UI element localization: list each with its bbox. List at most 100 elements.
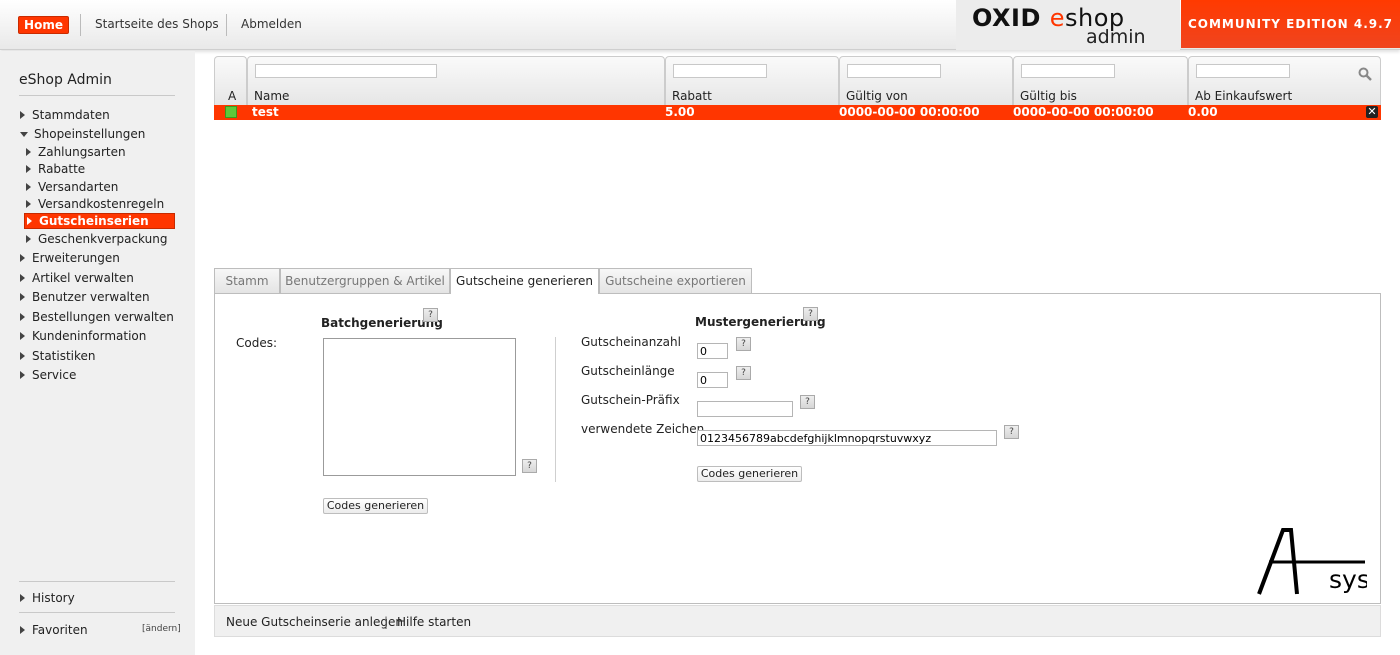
nav-versandkostenregeln[interactable]: Versandkostenregeln [26,197,164,211]
nav-label: Service [32,368,77,382]
action-bar: Neue Gutscheinserie anlegen | Hilfe star… [214,605,1381,637]
nav-label: Stammdaten [32,108,110,122]
home-button[interactable]: Home [18,16,69,34]
column-header-discount[interactable]: Rabatt [665,56,839,105]
column-label: Ab Einkaufswert [1195,89,1293,103]
column-header-active[interactable]: A [214,56,247,105]
triangle-down-icon [20,132,28,137]
row-min-order: 0.00 [1188,105,1218,119]
column-header-valid-from[interactable]: Gültig von [839,56,1013,105]
logout-link[interactable]: Abmelden [241,17,302,31]
nav-stammdaten[interactable]: Stammdaten [20,108,110,122]
tab-gutscheine-generieren[interactable]: Gutscheine generieren [450,268,599,294]
search-icon[interactable] [1358,67,1372,81]
tab-gutscheine-exportieren[interactable]: Gutscheine exportieren [599,268,752,293]
nav-label: Kundeninformation [32,329,147,343]
column-header-name[interactable]: Name [247,56,665,105]
help-icon[interactable]: ? [522,459,537,473]
valid-to-filter-input[interactable] [1021,64,1115,78]
name-filter-input[interactable] [255,64,437,78]
nav-label: Favoriten [32,623,88,637]
nav-benutzer-verwalten[interactable]: Benutzer verwalten [20,290,150,304]
column-label: Rabatt [672,89,712,103]
nav-label: Artikel verwalten [32,271,134,285]
column-header-valid-to[interactable]: Gültig bis [1013,56,1188,105]
nav-label: Shopeinstellungen [34,127,146,141]
nav-bestellungen-verwalten[interactable]: Bestellungen verwalten [20,310,174,324]
voucher-count-input[interactable] [697,343,728,359]
voucher-prefix-input[interactable] [697,401,793,417]
shop-start-link[interactable]: Startseite des Shops [95,17,219,31]
used-chars-input[interactable] [697,430,997,446]
tab-benutzergruppen-artikel[interactable]: Benutzergruppen & Artikel [280,268,450,293]
nav-label: Rabatte [38,162,86,176]
voucher-prefix-label: Gutschein-Präfix [581,393,680,407]
row-discount: 5.00 [665,105,695,119]
nav-artikel-verwalten[interactable]: Artikel verwalten [20,271,134,285]
valid-from-filter-input[interactable] [847,64,941,78]
nav-history[interactable]: History [20,591,75,605]
row-name[interactable]: test [252,105,279,119]
batch-generate-button[interactable]: Codes generieren [323,498,428,514]
nav-statistiken[interactable]: Statistiken [20,349,96,363]
nav-zahlungsarten[interactable]: Zahlungsarten [26,145,126,159]
min-order-filter-input[interactable] [1196,64,1290,78]
nav-service[interactable]: Service [20,368,76,382]
nav-erweiterungen[interactable]: Erweiterungen [20,251,120,265]
triangle-right-icon [26,148,31,156]
discount-filter-input[interactable] [673,64,767,78]
pattern-generate-button[interactable]: Codes generieren [697,466,802,482]
triangle-right-icon [20,332,25,340]
nav-kundeninformation[interactable]: Kundeninformation [20,329,146,343]
nav-label: Zahlungsarten [38,145,126,159]
tab-stamm[interactable]: Stamm [214,268,280,293]
nav-label: Versandkostenregeln [38,197,165,211]
nav-label: Bestellungen verwalten [32,310,174,324]
triangle-right-icon [26,165,31,173]
triangle-right-icon [26,183,31,191]
help-icon[interactable]: ? [736,337,751,351]
nav-label: Statistiken [32,349,96,363]
help-icon[interactable]: ? [736,366,751,380]
triangle-right-icon [20,371,25,379]
header-separator [226,14,227,36]
table-row[interactable]: test 5.00 0000-00-00 00:00:00 0000-00-00… [214,105,1381,120]
triangle-right-icon [20,293,25,301]
delete-icon[interactable]: ✕ [1366,106,1378,118]
nav-gutscheinserien[interactable]: Gutscheinserien [24,213,175,229]
column-label: A [228,89,237,103]
triangle-right-icon [20,111,25,119]
column-header-min-order[interactable]: Ab Einkaufswert [1188,56,1381,105]
new-voucher-series-link[interactable]: Neue Gutscheinserie anlegen [226,615,403,629]
favorites-edit-link[interactable]: [ändern] [142,624,181,634]
triangle-right-icon [20,254,25,262]
nav-label: Benutzer verwalten [32,290,150,304]
help-start-link[interactable]: Hilfe starten [397,615,471,629]
codes-textarea[interactable] [323,338,516,476]
header-bar: Home Startseite des Shops Abmelden OXID … [0,0,1400,50]
help-icon[interactable]: ? [800,395,815,409]
sidebar-divider [19,581,175,582]
sidebar-divider [19,612,175,613]
nav-geschenkverpackung[interactable]: Geschenkverpackung [26,232,167,246]
voucher-length-input[interactable] [697,372,728,388]
nav-favoriten[interactable]: Favoriten [20,623,88,637]
row-valid-to: 0000-00-00 00:00:00 [1013,105,1154,119]
nav-versandarten[interactable]: Versandarten [26,180,118,194]
nav-shopeinstellungen[interactable]: Shopeinstellungen [20,127,145,141]
logo-letter-e: e [1049,4,1066,32]
asys-logo-text: sys [1329,565,1367,594]
nav-rabatte[interactable]: Rabatte [26,162,85,176]
asys-logo: sys [1257,528,1367,595]
voucher-series-list: A Name Rabatt Gültig von Gültig bis Ab E… [214,56,1381,121]
nav-label: Gutscheinserien [39,214,149,228]
help-icon[interactable]: ? [1004,425,1019,439]
triangle-right-icon [20,352,25,360]
help-icon[interactable]: ? [423,308,438,322]
row-valid-from: 0000-00-00 00:00:00 [839,105,980,119]
nav-label: Geschenkverpackung [38,232,168,246]
column-label: Name [254,89,290,103]
triangle-right-icon [20,626,25,634]
footer-separator: | [384,615,389,629]
help-icon[interactable]: ? [803,307,818,321]
